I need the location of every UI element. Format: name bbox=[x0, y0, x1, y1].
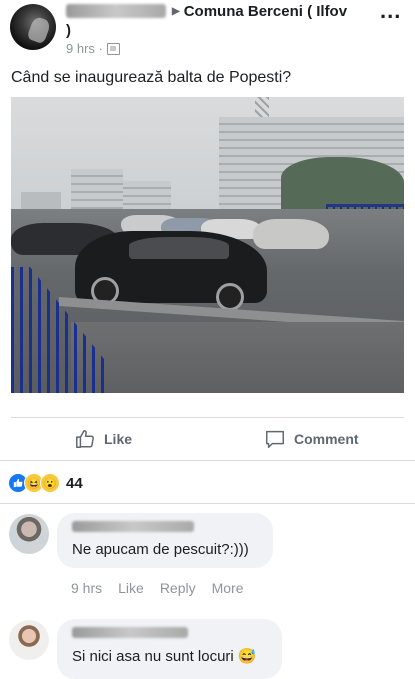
comment-1-time[interactable]: 9 hrs bbox=[71, 580, 102, 596]
photo-building-small bbox=[123, 181, 171, 209]
comment-1-reply-link[interactable]: Reply bbox=[160, 580, 196, 596]
author-name-redacted bbox=[66, 4, 166, 18]
group-name-continuation: ) bbox=[66, 22, 71, 39]
comment-label: Comment bbox=[294, 431, 359, 447]
photo-puddle bbox=[71, 322, 404, 393]
photo-building-mid bbox=[71, 169, 123, 209]
comment-1-more-link[interactable]: More bbox=[212, 580, 244, 596]
audience-icon bbox=[106, 42, 120, 55]
commenter-2-name-redacted[interactable] bbox=[72, 627, 188, 638]
author-avatar[interactable] bbox=[10, 4, 56, 50]
post-time[interactable]: 9 hrs · bbox=[66, 41, 103, 56]
reaction-count: 44 bbox=[66, 474, 83, 492]
photo-car-silver bbox=[253, 219, 329, 249]
photo-car-window bbox=[129, 237, 229, 259]
divider-reactions bbox=[0, 503, 415, 504]
wow-reaction-icon: 😮 bbox=[40, 473, 60, 493]
reactions-summary[interactable]: 😆 😮 44 bbox=[8, 473, 83, 493]
divider-top bbox=[11, 417, 404, 418]
post-meta: 9 hrs · bbox=[66, 41, 120, 56]
post-text: Când se inaugurează balta de Popesti? bbox=[11, 69, 292, 86]
photo-building-left bbox=[21, 192, 61, 209]
comment-1-text: Ne apucam de pescuit?:))) bbox=[72, 541, 249, 558]
more-options-icon[interactable]: ... bbox=[380, 0, 401, 24]
photo-wheel-rear bbox=[216, 283, 244, 311]
comment-1-like-link[interactable]: Like bbox=[118, 580, 144, 596]
divider-actions bbox=[0, 460, 415, 461]
commenter-2-avatar[interactable] bbox=[9, 620, 49, 660]
post-photo[interactable] bbox=[11, 97, 404, 393]
comment-2-text: Si nici asa nu sunt locuri 😅 bbox=[72, 648, 257, 665]
group-name-line[interactable]: ▶ Comuna Berceni ( Ilfov bbox=[172, 3, 347, 20]
thumbs-up-icon bbox=[76, 430, 94, 448]
group-name[interactable]: Comuna Berceni ( Ilfov bbox=[184, 3, 347, 20]
like-label: Like bbox=[104, 431, 133, 447]
commenter-1-name-redacted[interactable] bbox=[72, 521, 194, 532]
like-button[interactable]: Like bbox=[74, 428, 132, 450]
comment-button[interactable]: Comment bbox=[264, 428, 359, 450]
comment-icon bbox=[266, 430, 284, 448]
comment-1-actions: 9 hrs Like Reply More bbox=[71, 580, 244, 596]
commenter-1-avatar[interactable] bbox=[9, 514, 49, 554]
triangle-right-icon: ▶ bbox=[172, 6, 180, 17]
photo-trees bbox=[281, 157, 404, 209]
